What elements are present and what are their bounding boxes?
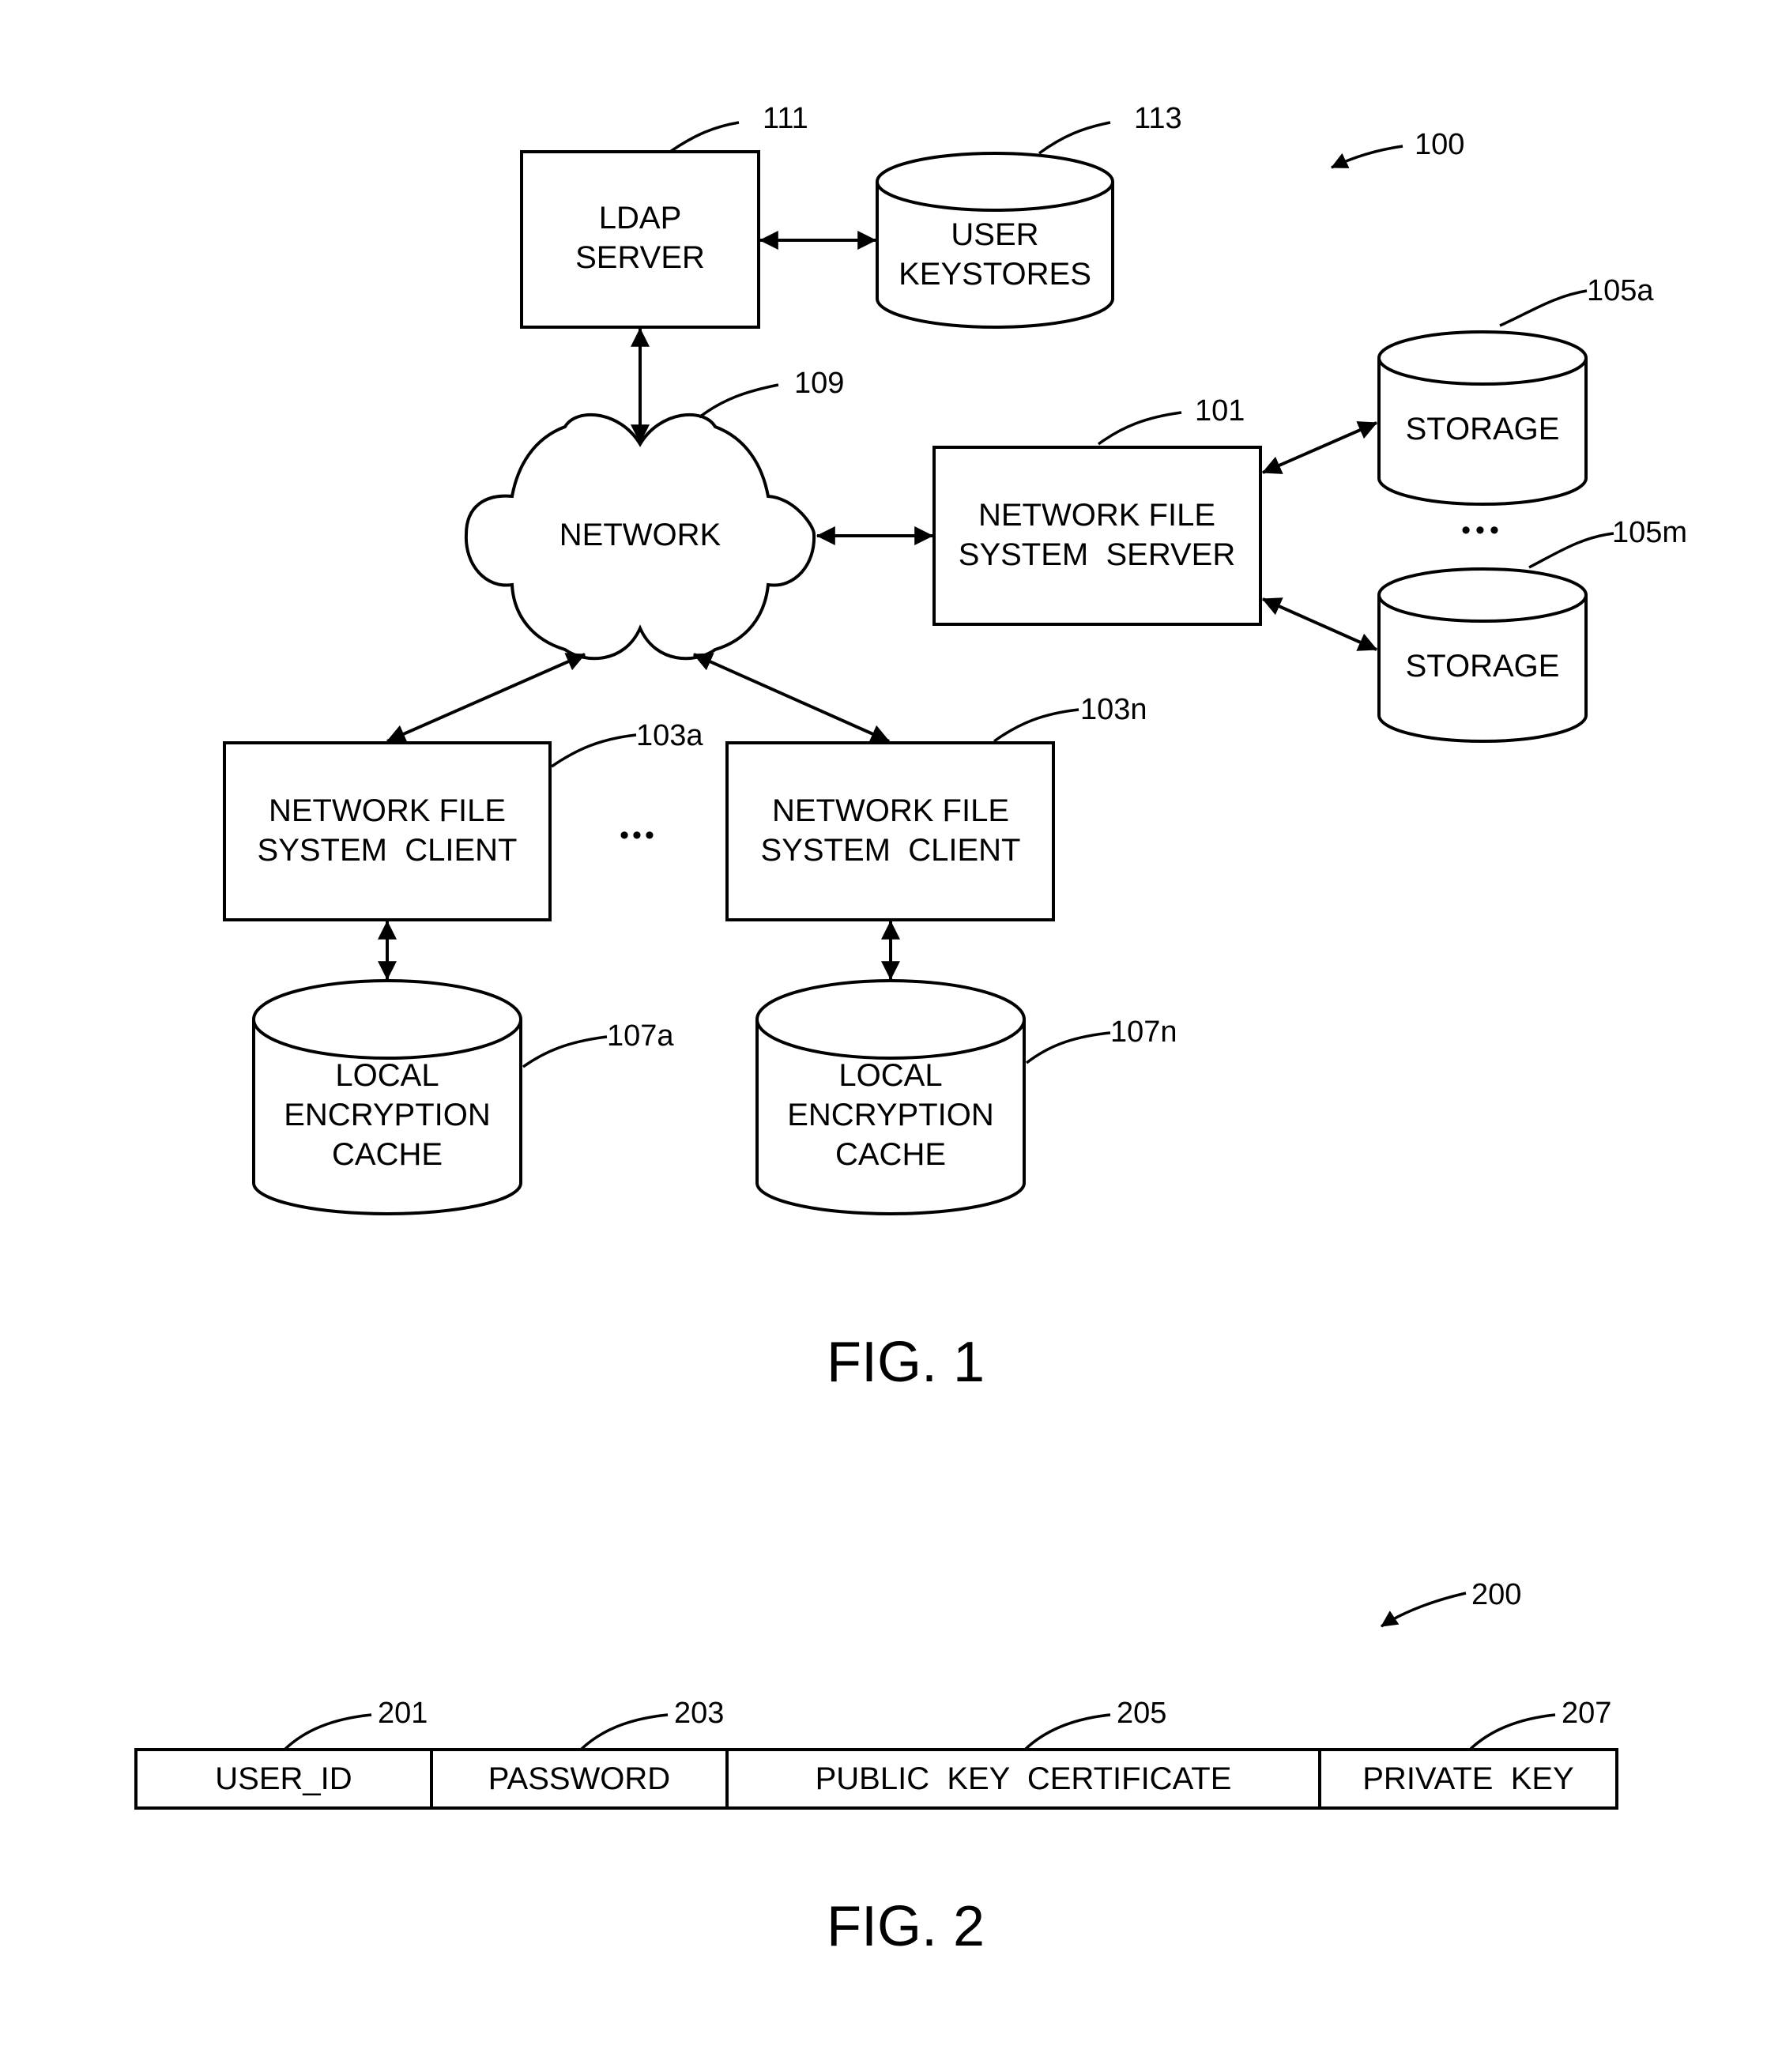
ldap-server-box: LDAP SERVER 111 bbox=[520, 102, 808, 329]
storage-a-top bbox=[1377, 330, 1588, 386]
field-ref-label: 207 bbox=[1562, 1697, 1611, 1730]
cache-n-label-line1: LOCAL bbox=[838, 1058, 942, 1093]
ref-arrow-icon bbox=[1381, 1592, 1467, 1628]
storage-a-cylinder: STORAGE 105a bbox=[1377, 274, 1654, 506]
cache-a-top bbox=[252, 979, 522, 1060]
field-leader-line bbox=[579, 1713, 669, 1751]
ldap-server-label-line1: LDAP bbox=[599, 201, 682, 235]
ldap-leader-line bbox=[669, 121, 740, 153]
client-a-label-line1: NETWORK FILE bbox=[269, 793, 506, 828]
storage-a-label: STORAGE bbox=[1406, 412, 1560, 446]
client-a-label-line2: SYSTEM CLIENT bbox=[258, 833, 518, 868]
keystores-ref-label: 113 bbox=[1134, 102, 1182, 135]
client-n-ref-label: 103n bbox=[1080, 693, 1147, 726]
field-ref-label: 205 bbox=[1117, 1697, 1166, 1730]
nfs-server-label-line2: SYSTEM SERVER bbox=[959, 537, 1235, 572]
cache-n-leader-line bbox=[1025, 1031, 1111, 1064]
field-leader-line bbox=[1468, 1713, 1556, 1751]
storage-ellipsis: ••• bbox=[1461, 515, 1504, 545]
cache-a-leader-line bbox=[522, 1035, 608, 1068]
nfs-client-n-box: NETWORK FILE SYSTEM CLIENT 103n bbox=[725, 693, 1147, 921]
cache-n-ref-label: 107n bbox=[1110, 1015, 1177, 1049]
client-a-ref-label: 103a bbox=[636, 719, 703, 752]
client-n-label-line2: SYSTEM CLIENT bbox=[761, 833, 1021, 868]
field-label: USER_ID bbox=[215, 1761, 352, 1796]
field-ref-label: 201 bbox=[378, 1697, 428, 1730]
cache-a-ref-label: 107a bbox=[607, 1019, 674, 1053]
nfs-server-rect bbox=[932, 446, 1262, 626]
storage-m-leader-line bbox=[1528, 532, 1614, 569]
storage-m-cylinder: STORAGE 105m bbox=[1377, 516, 1687, 743]
network-cloud: NETWORK 109 bbox=[464, 367, 844, 661]
server-storage-a-connector bbox=[1261, 421, 1378, 474]
network-label: NETWORK bbox=[559, 518, 721, 552]
system-ref-100: 100 bbox=[1331, 128, 1464, 169]
cache-a-label-line2: ENCRYPTION bbox=[284, 1098, 491, 1132]
ref-label: 100 bbox=[1415, 128, 1464, 161]
cache-a-cylinder: LOCAL ENCRYPTION CACHE 107a bbox=[252, 979, 674, 1215]
network-client-n-connector bbox=[692, 653, 891, 743]
cache-n-label-line2: ENCRYPTION bbox=[787, 1098, 994, 1132]
client-n-label-line1: NETWORK FILE bbox=[772, 793, 1009, 828]
cache-n-cylinder: LOCAL ENCRYPTION CACHE 107n bbox=[755, 979, 1177, 1215]
field-label: PRIVATE KEY bbox=[1362, 1761, 1573, 1796]
keystores-label-line2: KEYSTORES bbox=[899, 257, 1091, 292]
figure-2: 200 USER_ID 201 PASSWORD 203 PUBLIC KEY … bbox=[134, 1578, 1618, 1958]
figure-1-caption: FIG. 1 bbox=[827, 1331, 985, 1394]
server-storage-m-connector bbox=[1261, 597, 1378, 651]
field-leader-line bbox=[283, 1713, 372, 1751]
storage-a-ref-label: 105a bbox=[1587, 274, 1654, 307]
field-public-key-certificate: PUBLIC KEY CERTIFICATE 205 bbox=[816, 1697, 1232, 1796]
cache-n-label-line3: CACHE bbox=[835, 1137, 946, 1172]
storage-m-top bbox=[1377, 567, 1588, 623]
client-ellipsis: ••• bbox=[620, 820, 657, 850]
ref-arrow-icon bbox=[1331, 145, 1403, 169]
ldap-server-label-line2: SERVER bbox=[575, 240, 705, 275]
cache-a-label-line3: CACHE bbox=[332, 1137, 443, 1172]
field-leader-line bbox=[1023, 1713, 1111, 1751]
figure-1: 100 LDAP SERVER 111 USER KEYSTORES 113 N… bbox=[223, 102, 1687, 1394]
client-a-rect bbox=[223, 741, 552, 921]
network-ref-label: 109 bbox=[794, 367, 844, 400]
storage-m-label: STORAGE bbox=[1406, 649, 1560, 684]
ldap-server-rect bbox=[520, 150, 760, 329]
network-client-a-connector bbox=[386, 653, 586, 743]
cache-a-label-line1: LOCAL bbox=[335, 1058, 439, 1093]
network-leader-line bbox=[698, 383, 779, 419]
nfs-client-a-box: NETWORK FILE SYSTEM CLIENT 103a bbox=[223, 719, 703, 921]
storage-a-leader-line bbox=[1499, 289, 1588, 327]
ldap-ref-label: 111 bbox=[763, 102, 808, 135]
nfs-server-label-line1: NETWORK FILE bbox=[978, 498, 1215, 533]
field-label: PUBLIC KEY CERTIFICATE bbox=[816, 1761, 1232, 1796]
nfs-server-ref-label: 101 bbox=[1195, 394, 1245, 428]
client-a-leader-line bbox=[551, 733, 637, 768]
user-keystores-cylinder: USER KEYSTORES 113 bbox=[876, 102, 1182, 329]
keystores-cylinder-top bbox=[876, 152, 1114, 212]
keystores-label-line1: USER bbox=[951, 217, 1038, 252]
field-label: PASSWORD bbox=[488, 1761, 670, 1796]
figure-2-caption: FIG. 2 bbox=[827, 1895, 985, 1958]
storage-m-ref-label: 105m bbox=[1612, 516, 1687, 549]
client-n-rect bbox=[725, 741, 1055, 921]
nfs-server-box: NETWORK FILE SYSTEM SERVER 101 bbox=[932, 394, 1262, 626]
keystores-leader-line bbox=[1038, 121, 1111, 155]
cache-n-top bbox=[755, 979, 1026, 1060]
patent-figures-canvas: 100 LDAP SERVER 111 USER KEYSTORES 113 N… bbox=[134, 102, 1687, 1958]
field-ref-label: 203 bbox=[674, 1697, 724, 1730]
keystore-record-table: USER_ID 201 PASSWORD 203 PUBLIC KEY CERT… bbox=[134, 1697, 1618, 1810]
client-n-leader-line bbox=[993, 708, 1079, 743]
nfs-server-leader-line bbox=[1097, 411, 1182, 446]
record-ref-200: 200 bbox=[1381, 1578, 1521, 1628]
record-ref-label: 200 bbox=[1471, 1578, 1521, 1611]
